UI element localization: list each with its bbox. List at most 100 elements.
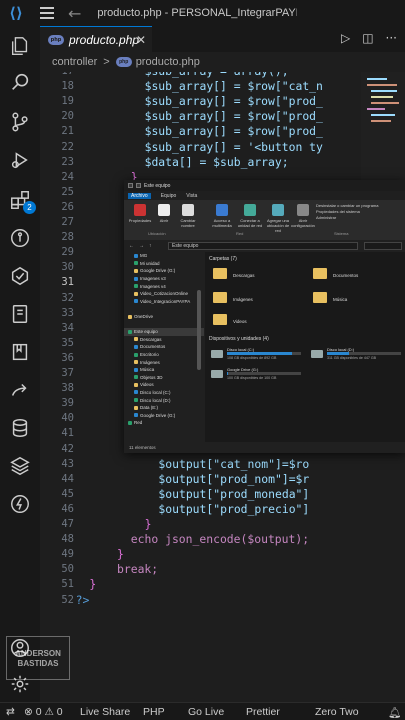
explorer-files-icon[interactable] [8, 34, 32, 58]
code-line[interactable]: 48 echo json_encode($output); [40, 532, 405, 547]
folder-icon[interactable] [136, 183, 141, 188]
explorer-search-input[interactable] [364, 242, 402, 250]
drive-item[interactable]: Disco local (D:) 311 GB disponibles de 44… [309, 346, 405, 364]
menu-equipo[interactable]: Equipo [161, 193, 177, 199]
drive-item[interactable]: Google Drive (G:) 100 GB disponibles de 1… [209, 366, 305, 384]
code-line[interactable]: 52 ?> [40, 593, 405, 608]
ribbon-acceso-multimedia[interactable]: Acceso a multimedia [208, 204, 236, 228]
nav-item[interactable]: Imagenes v4 [124, 282, 204, 290]
live-share-status[interactable]: Live Share [80, 706, 130, 718]
folder-descargas[interactable]: Descargas [209, 264, 259, 288]
drive-item[interactable]: Disco local (C:) 108 GB disponibles de 89… [209, 346, 305, 364]
go-live-button[interactable]: Go Live [188, 706, 224, 718]
layers-icon[interactable] [8, 454, 32, 478]
testing-icon[interactable] [8, 264, 32, 288]
close-icon[interactable]: ✕ [136, 33, 146, 47]
link-administrar[interactable]: Administrar [316, 215, 378, 221]
live-share-icon[interactable] [8, 378, 32, 402]
nav-item[interactable]: Música [124, 366, 204, 374]
tab-label: producto.php [69, 32, 140, 47]
nav-item[interactable]: Video_CotizacionOnline [124, 290, 204, 298]
ribbon-abrir-configuracion[interactable]: Abrir configuración [289, 204, 317, 228]
search-icon[interactable] [8, 70, 32, 94]
address-path[interactable]: Este equipo [168, 242, 358, 250]
nav-item[interactable]: Google Drive (G:) [124, 267, 204, 275]
code-line[interactable]: 22 $sub_array[] = '<button ty [40, 140, 405, 155]
folder-musica[interactable]: Música [309, 288, 359, 312]
nav-item[interactable]: Mi unidad [124, 260, 204, 268]
nav-item[interactable]: Imagenes v3 [124, 275, 204, 283]
code-line[interactable]: 23 $data[] = $sub_array; [40, 155, 405, 170]
up-arrow-icon[interactable]: ↑ [149, 243, 152, 249]
nav-item[interactable]: Documentos [124, 343, 204, 351]
lightning-icon[interactable] [8, 492, 32, 516]
extensions-icon[interactable]: 2 [8, 188, 36, 214]
remote-icon[interactable]: ⇄ [6, 706, 15, 718]
nav-item[interactable]: OneDrive [124, 313, 204, 321]
folder-documentos[interactable]: Documentos [309, 264, 359, 288]
language-mode[interactable]: PHP [143, 706, 165, 718]
forward-arrow-icon[interactable]: → [139, 243, 144, 249]
quick-access-icon[interactable] [128, 183, 133, 188]
code-line[interactable]: 20 $sub_array[] = $row["prod_ [40, 109, 405, 124]
nav-item[interactable]: Descargas [124, 336, 204, 344]
breadcrumb-file[interactable]: producto.php [136, 56, 200, 68]
ribbon-cambiar-nombre[interactable]: Cambiar nombre [174, 204, 202, 228]
ribbon-conectar-unidad[interactable]: Conectar a unidad de red [236, 204, 264, 228]
code-line[interactable]: 18 $sub_array[] = $row["cat_n [40, 79, 405, 94]
code-line[interactable]: 21 $sub_array[] = $row["prod_ [40, 124, 405, 139]
breadcrumb-separator: > [103, 56, 110, 68]
nav-item[interactable]: Imágenes [124, 358, 204, 366]
code-line[interactable]: 44 $output["prod_nom"]=$r [40, 472, 405, 487]
breadcrumb-folder[interactable]: controller [52, 56, 97, 68]
prettier-status[interactable]: Prettier [246, 706, 280, 718]
nav-scrollbar[interactable] [197, 290, 201, 370]
problems-indicator[interactable]: ⊗ 0 ⚠ 0 [24, 706, 63, 718]
tab-producto-php[interactable]: php producto.php ✕ [40, 26, 152, 52]
code-line[interactable]: 46 $output["prod_precio"] [40, 502, 405, 517]
folders-header[interactable]: Carpetas (7) [209, 256, 237, 262]
run-icon[interactable]: ▷ [341, 31, 350, 45]
notifications-bell-icon[interactable]: 🔔︎ [388, 706, 401, 719]
line-number: 18 [61, 80, 74, 93]
folder-videos[interactable]: Videos [209, 310, 259, 334]
code-line[interactable]: 19 $sub_array[] = $row["prod_ [40, 94, 405, 109]
source-control-icon[interactable] [8, 110, 32, 134]
nav-item[interactable]: Red [124, 419, 204, 427]
menu-archivo[interactable]: Archivo [128, 192, 151, 199]
code-line[interactable]: 45 $output["prod_moneda"] [40, 487, 405, 502]
nav-item[interactable]: Disco local (D:) [124, 396, 204, 404]
code-line[interactable]: 17 $sub_array = array(); [40, 72, 405, 79]
code-line[interactable]: 47} [40, 517, 405, 532]
nav-item[interactable]: MG [124, 252, 204, 260]
menu-vista[interactable]: Vista [186, 193, 197, 199]
folder-imagenes[interactable]: Imágenes [209, 288, 259, 312]
back-arrow-icon[interactable]: ← [68, 4, 81, 23]
theme-status[interactable]: Zero Two [315, 706, 359, 718]
ribbon-agregar-ubicacion[interactable]: Agregar una ubicación de red [264, 204, 292, 233]
git-graph-icon[interactable] [8, 226, 32, 250]
hamburger-menu-icon[interactable] [40, 7, 54, 19]
drives-header[interactable]: Dispositivos y unidades (4) [209, 336, 269, 342]
code-line[interactable]: 50 break; [40, 562, 405, 577]
more-actions-icon[interactable]: ··· [386, 31, 397, 45]
nav-item[interactable]: Escritorio [124, 351, 204, 359]
nav-item[interactable]: Videos [124, 381, 204, 389]
split-editor-icon[interactable]: ◫ [362, 31, 373, 45]
code-line[interactable]: 43 $output["cat_nom"]=$ro [40, 457, 405, 472]
nav-item[interactable]: Google Drive (G:) [124, 411, 204, 419]
database-icon[interactable] [8, 416, 32, 440]
remote-explorer-icon[interactable] [8, 302, 32, 326]
back-arrow-icon[interactable]: ← [129, 243, 134, 249]
nav-item[interactable]: Data (E:) [124, 404, 204, 412]
nav-item[interactable]: Disco local (C:) [124, 389, 204, 397]
nav-item[interactable]: Este equipo [124, 327, 204, 336]
code-line[interactable]: 51} [40, 577, 405, 592]
run-debug-icon[interactable] [8, 148, 32, 172]
nav-item[interactable]: Video_IntegracionPAYPA [124, 298, 204, 306]
bookmark-icon[interactable] [8, 340, 32, 364]
code-line[interactable]: 49} [40, 547, 405, 562]
nav-item[interactable]: Objetos 3D [124, 374, 204, 382]
drive-usage-bar [327, 352, 401, 355]
line-number: 17 [40, 72, 74, 79]
